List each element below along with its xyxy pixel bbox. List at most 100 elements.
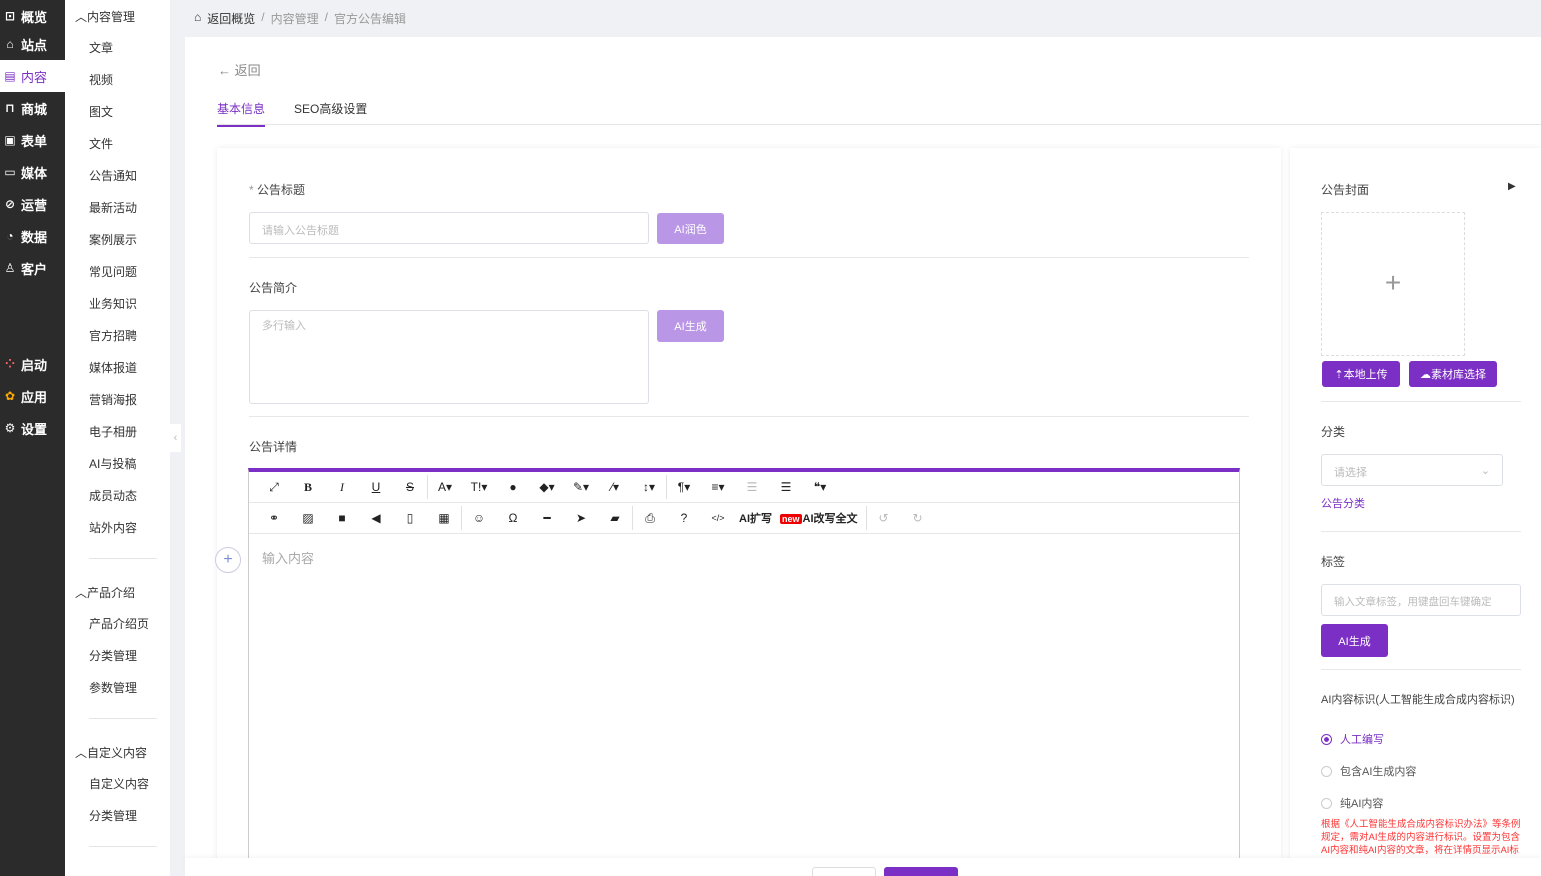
- print-icon[interactable]: ⎙: [633, 511, 667, 526]
- quote-icon[interactable]: ❝▾: [803, 480, 837, 494]
- subnav-item[interactable]: 业务知识: [89, 295, 137, 312]
- subnav-item[interactable]: 文章: [89, 39, 113, 56]
- back-button[interactable]: ← 返回: [218, 60, 261, 79]
- subnav-item[interactable]: 公告通知: [89, 167, 137, 184]
- subnav-item[interactable]: 最新活动: [89, 199, 137, 216]
- italic-icon[interactable]: I: [325, 480, 359, 495]
- font-size-icon[interactable]: T!▾: [462, 480, 496, 494]
- tags-input[interactable]: 输入文章标签，用键盘回车键确定: [1321, 584, 1521, 616]
- font-color-icon[interactable]: A▾: [428, 480, 462, 494]
- nav-launch[interactable]: ⁘ 启动: [0, 348, 65, 380]
- indent-icon[interactable]: ☰: [769, 480, 803, 494]
- audio-icon[interactable]: ◀: [359, 511, 393, 525]
- hr-icon[interactable]: ━: [530, 511, 564, 525]
- local-upload-button[interactable]: ⇡ 本地上传: [1322, 361, 1400, 387]
- subnav-item[interactable]: 文件: [89, 135, 113, 152]
- subnav-item[interactable]: 自定义内容: [89, 775, 149, 792]
- group-custom[interactable]: ︿自定义内容: [75, 744, 147, 761]
- subnav-item[interactable]: 成员动态: [89, 487, 137, 504]
- emoji-icon[interactable]: ☺: [462, 511, 496, 525]
- code-icon[interactable]: </>: [701, 513, 735, 523]
- tab-seo[interactable]: SEO高级设置: [294, 100, 367, 125]
- nav-apps[interactable]: ✿ 应用: [0, 380, 65, 412]
- ai-polish-button[interactable]: AI润色: [657, 213, 724, 244]
- help-icon[interactable]: ?: [667, 511, 701, 525]
- omega-icon[interactable]: Ω: [496, 511, 530, 525]
- ai-generate-tags-button[interactable]: AI生成: [1321, 624, 1388, 657]
- tag-icon[interactable]: ◆▾: [530, 480, 564, 494]
- category-select[interactable]: 请选择 ⌄: [1321, 454, 1503, 486]
- nav-content[interactable]: ▤ 内容: [0, 60, 65, 92]
- publish-button[interactable]: [884, 867, 958, 876]
- subnav-item[interactable]: 官方招聘: [89, 327, 137, 344]
- subnav-item[interactable]: 案例展示: [89, 231, 137, 248]
- cancel-button[interactable]: [812, 867, 876, 876]
- undo-icon[interactable]: ↺: [867, 511, 901, 525]
- add-block-button[interactable]: +: [215, 547, 241, 573]
- line-height-icon[interactable]: ↕▾: [632, 480, 666, 494]
- subnav-item[interactable]: 媒体报道: [89, 359, 137, 376]
- underline-icon[interactable]: U: [359, 480, 393, 494]
- expand-icon[interactable]: ▶: [1508, 181, 1516, 192]
- brush-icon[interactable]: ✎▾: [564, 480, 598, 494]
- subnav-item[interactable]: 参数管理: [89, 679, 137, 696]
- subnav-item[interactable]: 分类管理: [89, 807, 137, 824]
- bold-icon[interactable]: B: [291, 480, 325, 495]
- nav-ops[interactable]: ⊘ 运营: [0, 188, 65, 220]
- subnav-item[interactable]: 分类管理: [89, 647, 137, 664]
- subnav-item[interactable]: 视频: [89, 71, 113, 88]
- subnav-item[interactable]: 电子相册: [89, 423, 137, 440]
- subnav-item[interactable]: 站外内容: [89, 519, 137, 536]
- tab-basic[interactable]: 基本信息: [217, 100, 266, 127]
- group-product[interactable]: ︿产品介绍: [75, 584, 135, 601]
- file-icon[interactable]: ▯: [393, 511, 427, 525]
- library-button[interactable]: ☁ 素材库选择: [1409, 361, 1497, 387]
- subnav-item[interactable]: AI与投稿: [89, 455, 136, 472]
- crumb-home[interactable]: 返回概览: [207, 10, 255, 27]
- category-link[interactable]: 公告分类: [1321, 495, 1365, 511]
- nav-site[interactable]: ⌂ 站点: [0, 28, 65, 60]
- table-icon[interactable]: ▦: [427, 511, 461, 525]
- subnav-item[interactable]: 常见问题: [89, 263, 137, 280]
- outdent-icon[interactable]: ☰: [735, 480, 769, 494]
- redo-icon[interactable]: ↻: [901, 511, 935, 525]
- video-icon[interactable]: ■: [325, 511, 359, 525]
- cover-upload-area[interactable]: +: [1321, 212, 1465, 356]
- radio-manual[interactable]: 人工编写: [1321, 731, 1384, 747]
- nav-shop[interactable]: ⊓ 商城: [0, 92, 65, 124]
- align-icon[interactable]: ≡▾: [701, 480, 735, 494]
- link-icon[interactable]: ⚭: [257, 511, 291, 525]
- nav-customer[interactable]: ♙ 客户: [0, 252, 65, 284]
- ai-rewrite-button[interactable]: new AI改写全文: [776, 510, 862, 526]
- radio-contains-ai[interactable]: 包含AI生成内容: [1321, 763, 1416, 779]
- nav-data[interactable]: ◔ 数据: [0, 220, 65, 252]
- divider: [249, 416, 1249, 417]
- ink-icon[interactable]: ●: [496, 480, 530, 494]
- crumb-content[interactable]: 内容管理: [271, 10, 319, 27]
- collapse-sidebar-button[interactable]: ‹: [170, 424, 181, 452]
- fullscreen-icon[interactable]: ⤢: [257, 480, 291, 495]
- ai-generate-intro-button[interactable]: AI生成: [657, 310, 724, 342]
- nav-form[interactable]: ▣ 表单: [0, 124, 65, 156]
- radio-pure-ai[interactable]: 纯AI内容: [1321, 795, 1383, 811]
- magic-icon[interactable]: ⁄▾: [598, 480, 632, 494]
- category-label: 分类: [1321, 425, 1346, 439]
- nav-settings[interactable]: ⚙ 设置: [0, 412, 65, 444]
- paragraph-icon[interactable]: ¶▾: [667, 480, 701, 494]
- editor-body[interactable]: 输入内容: [249, 534, 1239, 581]
- subnav-item[interactable]: 营销海报: [89, 391, 137, 408]
- upload-icon: ⇡: [1334, 368, 1344, 381]
- eraser-icon[interactable]: ▰: [598, 511, 632, 525]
- sub-sidebar: ︿内容管理 文章视频图文文件公告通知最新活动案例展示常见问题业务知识官方招聘媒体…: [65, 0, 170, 876]
- image-icon[interactable]: ▨: [291, 511, 325, 525]
- intro-textarea[interactable]: 多行输入: [249, 310, 649, 404]
- subnav-item[interactable]: 图文: [89, 103, 113, 120]
- strikethrough-icon[interactable]: S: [393, 480, 427, 494]
- title-input[interactable]: 请输入公告标题: [249, 212, 649, 244]
- nav-media[interactable]: ▭ 媒体: [0, 156, 65, 188]
- apps-icon: ✿: [4, 389, 16, 403]
- ai-expand-button[interactable]: AI扩写: [735, 510, 776, 526]
- group-content-management[interactable]: ︿内容管理: [75, 8, 135, 25]
- cursor-icon[interactable]: ➤: [564, 511, 598, 525]
- subnav-item[interactable]: 产品介绍页: [89, 615, 149, 632]
